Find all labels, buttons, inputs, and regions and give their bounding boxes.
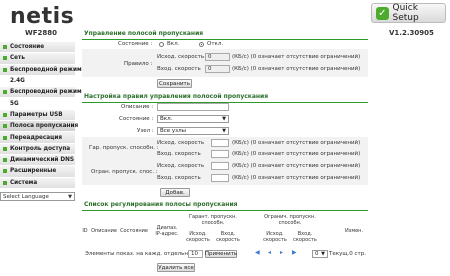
guar-in-label: Вход. скорость bbox=[157, 151, 201, 157]
out-speed-input[interactable]: 0 bbox=[205, 53, 230, 61]
sidebar-item-wireless-5[interactable]: Беспроводной режим bbox=[0, 87, 82, 99]
menu-bullet-icon bbox=[3, 146, 7, 151]
list-title: Список регулирования полосы пропускания bbox=[84, 201, 238, 208]
sidebar: Состояние Сеть Беспроводной режим 2.4G Б… bbox=[0, 42, 82, 189]
col-id: ID bbox=[82, 228, 88, 234]
in-speed-label: Вход. скорость bbox=[157, 66, 201, 72]
guar-out-hint: (КБ/с) (0 означает отсутствие ограничени… bbox=[232, 140, 361, 146]
sidebar-item-system[interactable]: Система bbox=[0, 177, 75, 189]
col-limit-out: Исход. скорость bbox=[263, 231, 287, 243]
sidebar-item-wireless-24[interactable]: Беспроводной режим bbox=[0, 64, 82, 76]
next-page-icon[interactable]: ▸ bbox=[280, 249, 283, 256]
divider bbox=[82, 39, 368, 40]
save-button[interactable]: Сохранить bbox=[157, 79, 192, 88]
col-guaranteed: Гарант. пропускн. способн. bbox=[188, 214, 238, 226]
rule-state-select[interactable]: Вкл. ▼ bbox=[157, 115, 229, 123]
col-description: Описание bbox=[91, 228, 117, 234]
rule-label: Правило : bbox=[124, 61, 153, 67]
guar-in-hint: (КБ/с) (0 означает отсутствие ограничени… bbox=[232, 151, 361, 157]
per-page-label: Элементы показ. на кажд. отдельн. стр. bbox=[85, 251, 203, 257]
menu-bullet-icon bbox=[3, 169, 7, 174]
limit-in-input[interactable] bbox=[211, 174, 229, 182]
limit-in-label: Вход. скорость bbox=[157, 175, 201, 181]
state-off-radio[interactable] bbox=[199, 42, 204, 47]
col-limit-in: Вход. скорость bbox=[293, 231, 317, 243]
limit-out-input[interactable] bbox=[211, 162, 229, 170]
col-edit: Измен. bbox=[344, 228, 364, 234]
col-ip-range: Диапаз. IP-адрес. bbox=[155, 225, 179, 237]
guar-out-input[interactable] bbox=[211, 139, 229, 147]
col-guar-in: Вход. скорость bbox=[216, 231, 240, 243]
prev-page-icon[interactable]: ◂ bbox=[268, 249, 271, 256]
chevron-down-icon: ▼ bbox=[222, 116, 226, 122]
menu-bullet-icon bbox=[3, 180, 7, 185]
guar-in-input[interactable] bbox=[211, 150, 229, 158]
limit-in-hint: (КБ/с) (0 означает отсутствие ограничени… bbox=[232, 175, 361, 181]
per-page-input[interactable]: 10 bbox=[188, 250, 203, 258]
chevron-down-icon: ▼ bbox=[222, 128, 226, 134]
sidebar-item-forwarding[interactable]: Переадресация bbox=[0, 132, 75, 144]
in-speed-input[interactable]: 0 bbox=[205, 65, 230, 73]
description-input[interactable] bbox=[157, 103, 229, 111]
netis-logo: netis bbox=[10, 4, 75, 29]
menu-bullet-icon bbox=[3, 67, 7, 72]
limit-label: Огран. пропуск. спос. : bbox=[91, 169, 158, 175]
rule-state-label: Состояние : bbox=[119, 116, 154, 122]
node-select[interactable]: Все узлы ▼ bbox=[157, 127, 229, 135]
sidebar-item-network[interactable]: Сеть bbox=[0, 53, 75, 65]
sidebar-item-advanced[interactable]: Расширенные bbox=[0, 166, 75, 178]
page-select[interactable]: 0 ▼ bbox=[312, 250, 328, 258]
first-page-icon[interactable]: ◀ bbox=[255, 249, 260, 256]
state-on-radio[interactable] bbox=[159, 42, 164, 47]
quick-setup-button[interactable]: ✓ Quick Setup bbox=[371, 3, 446, 23]
quick-setup-label: Quick Setup bbox=[392, 3, 419, 23]
col-limit: Огранич. пропускн. способн. bbox=[264, 214, 316, 226]
menu-bullet-icon bbox=[3, 56, 7, 61]
sidebar-item-24g-label[interactable]: 2.4G bbox=[0, 75, 75, 88]
menu-bullet-icon bbox=[3, 124, 7, 129]
in-speed-hint: (КБ/с) (0 означает отсутствие ограничени… bbox=[232, 66, 361, 72]
sidebar-item-usb[interactable]: Параметры USB bbox=[0, 109, 75, 122]
divider bbox=[82, 210, 368, 211]
state-on-label: Вкл. bbox=[167, 41, 180, 47]
sidebar-item-5g-label[interactable]: 5G bbox=[0, 98, 75, 110]
apply-button[interactable]: Применить bbox=[205, 250, 237, 258]
out-speed-hint: (КБ/с) (0 означает отсутствие ограничени… bbox=[232, 54, 361, 60]
delete-all-button[interactable]: Удалить все bbox=[157, 263, 195, 272]
col-guar-out: Исход. скорость bbox=[186, 231, 210, 243]
menu-bullet-icon bbox=[3, 135, 7, 140]
firmware-version: V1.2.30905 bbox=[389, 29, 434, 37]
add-rule-button[interactable]: Добав. bbox=[160, 188, 190, 197]
node-label: Узел : bbox=[137, 128, 154, 134]
guar-out-label: Исход. скорость bbox=[157, 140, 205, 146]
bandwidth-title: Управление полосой пропускания bbox=[84, 30, 204, 37]
limit-out-label: Исход. скорость bbox=[157, 163, 205, 169]
language-select[interactable]: Select Language ▼ bbox=[0, 192, 75, 201]
col-state: Состояние bbox=[120, 228, 148, 234]
guaranteed-label: Гар. пропуск. способн. : bbox=[89, 145, 159, 151]
menu-bullet-icon bbox=[3, 158, 7, 163]
rules-title: Настройка правил управления полосой проп… bbox=[84, 93, 269, 100]
chevron-down-icon: ▼ bbox=[321, 251, 325, 257]
sidebar-item-access-control[interactable]: Контроль доступа bbox=[0, 143, 75, 155]
sidebar-item-ddns[interactable]: Динамический DNS bbox=[0, 154, 75, 167]
last-page-icon[interactable]: ▶ bbox=[292, 249, 297, 256]
out-speed-label: Исход. скорость bbox=[157, 54, 205, 60]
menu-bullet-icon bbox=[3, 45, 7, 50]
sidebar-item-status[interactable]: Состояние bbox=[0, 42, 75, 54]
current-page-label: Текущ.0 стр. bbox=[329, 251, 366, 257]
menu-bullet-icon bbox=[3, 90, 7, 95]
menu-bullet-icon bbox=[3, 112, 7, 117]
chevron-down-icon: ▼ bbox=[68, 193, 72, 200]
state-off-label: Откл. bbox=[207, 41, 224, 47]
model-name: WF2880 bbox=[25, 29, 57, 37]
description-label: Описание : bbox=[121, 104, 154, 110]
sidebar-item-bandwidth[interactable]: Полоса пропускания bbox=[0, 121, 78, 133]
quick-setup-icon: ✓ bbox=[376, 6, 389, 20]
state-label: Состояние : bbox=[118, 41, 153, 47]
limit-out-hint: (КБ/с) (0 означает отсутствие ограничени… bbox=[232, 163, 361, 169]
